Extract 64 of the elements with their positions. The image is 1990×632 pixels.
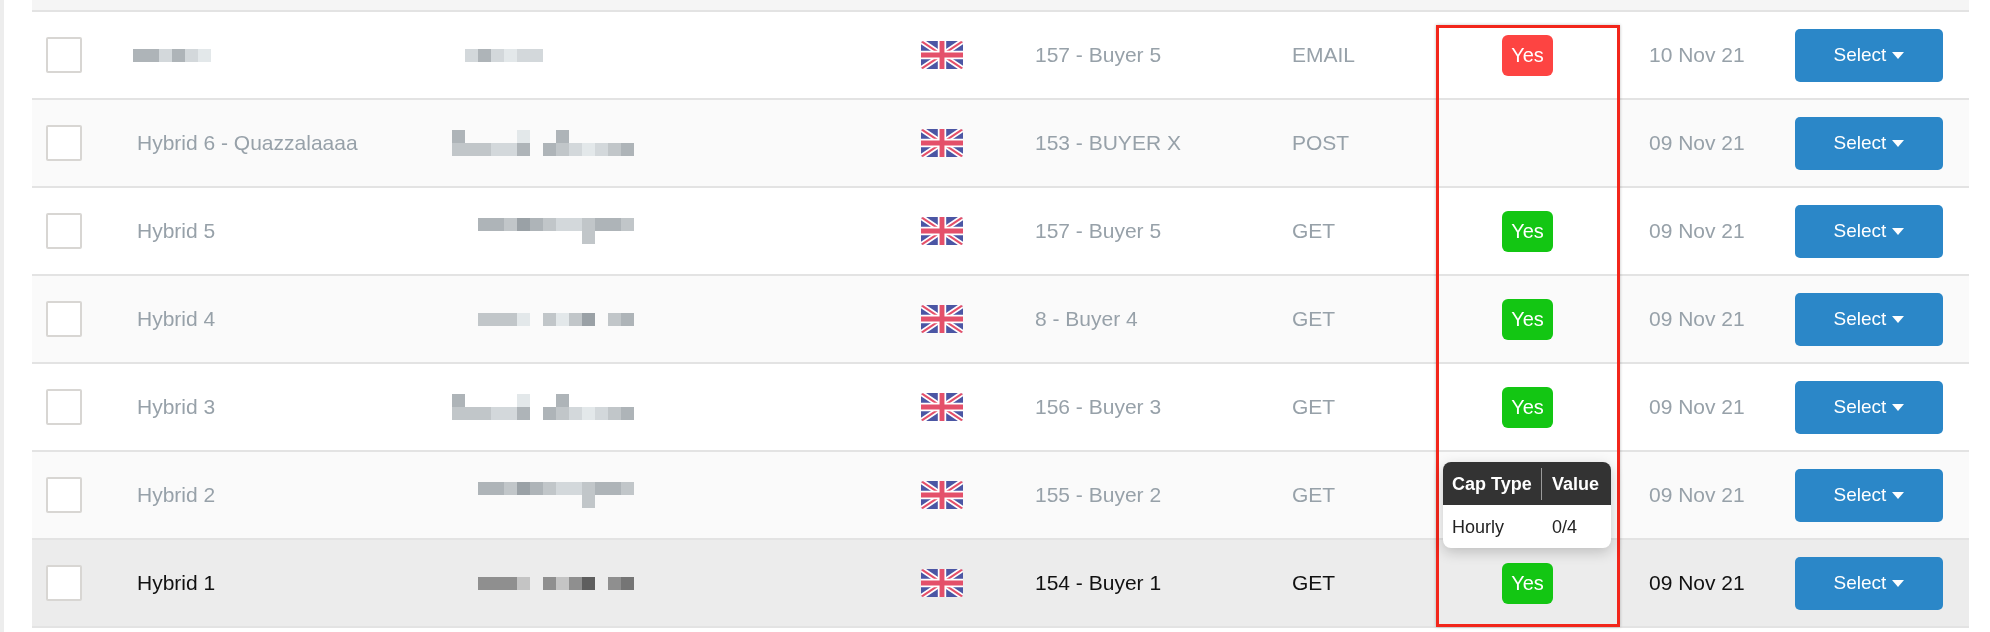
select-button[interactable]: Select xyxy=(1795,116,1943,170)
select-button[interactable]: Select xyxy=(1795,204,1943,258)
method-text: GET xyxy=(1292,218,1336,244)
row-checkbox[interactable] xyxy=(46,213,82,249)
date-text: 09 Nov 21 xyxy=(1649,130,1745,156)
buyer-text: 157 - Buyer 5 xyxy=(1035,218,1162,244)
row-checkbox[interactable] xyxy=(46,389,82,425)
buyer-text: 153 - BUYER X xyxy=(1035,130,1181,156)
date-text: 09 Nov 21 xyxy=(1649,394,1745,420)
row-name-text: Hybrid 3 xyxy=(137,394,216,420)
uk-flag-icon xyxy=(921,217,963,245)
uk-flag-icon xyxy=(921,41,963,69)
method-text: GET xyxy=(1292,306,1336,332)
caret-icon xyxy=(1892,579,1905,587)
row-name-text: Hybrid 2 xyxy=(137,482,216,508)
uk-flag-icon xyxy=(921,129,963,157)
date-text: 10 Nov 21 xyxy=(1649,42,1745,68)
buyer-text: 157 - Buyer 5 xyxy=(1035,42,1162,68)
buyer-text: 155 - Buyer 2 xyxy=(1035,482,1162,508)
row-checkbox[interactable] xyxy=(46,125,82,161)
select-button[interactable]: Select xyxy=(1795,468,1943,522)
uk-flag-icon xyxy=(921,569,963,597)
method-text: GET xyxy=(1292,394,1336,420)
uk-flag-icon xyxy=(921,481,963,509)
tooltip-cell-text: Hourly xyxy=(1451,515,1505,539)
status-badge: Yes xyxy=(1502,34,1553,76)
buyer-text: 154 - Buyer 1 xyxy=(1035,570,1162,596)
select-button[interactable]: Select xyxy=(1795,28,1943,82)
method-text: EMAIL xyxy=(1292,42,1356,68)
buyer-text: 156 - Buyer 3 xyxy=(1035,394,1162,420)
caret-icon xyxy=(1892,403,1905,411)
row-checkbox[interactable] xyxy=(46,37,82,73)
row-checkbox[interactable] xyxy=(46,301,82,337)
tooltip-column-header: Cap Type xyxy=(1443,467,1542,500)
row-name-text: Hybrid 5 xyxy=(137,218,216,244)
date-text: 09 Nov 21 xyxy=(1649,570,1745,596)
date-text: 09 Nov 21 xyxy=(1649,218,1745,244)
tooltip-cell-text: 0/4 xyxy=(1551,515,1579,539)
buyer-text: 8 - Buyer 4 xyxy=(1035,306,1138,332)
uk-flag-icon xyxy=(921,305,963,333)
date-text: 09 Nov 21 xyxy=(1649,306,1745,332)
row-checkbox[interactable] xyxy=(46,565,82,601)
select-button[interactable]: Select xyxy=(1795,556,1943,610)
row-checkbox[interactable] xyxy=(46,477,82,513)
uk-flag-icon xyxy=(921,393,963,421)
caret-icon xyxy=(1892,227,1905,235)
method-text: GET xyxy=(1292,482,1336,508)
caret-icon xyxy=(1892,51,1905,59)
row-name-text: Hybrid 4 xyxy=(137,306,216,332)
select-button[interactable]: Select xyxy=(1795,292,1943,346)
status-badge: Yes xyxy=(1502,210,1553,252)
caret-icon xyxy=(1892,139,1905,147)
row-name-text: Hybrid 1 xyxy=(137,570,216,596)
status-badge: Yes xyxy=(1502,298,1553,340)
row-name-text: Hybrid 6 - Quazzalaaaa xyxy=(137,130,358,156)
tooltip-column-header: Value xyxy=(1551,472,1601,496)
status-badge: Yes xyxy=(1502,562,1553,604)
select-button[interactable]: Select xyxy=(1795,380,1943,434)
caret-icon xyxy=(1892,315,1905,323)
date-text: 09 Nov 21 xyxy=(1649,482,1745,508)
status-badge: Yes xyxy=(1502,386,1553,428)
method-text: GET xyxy=(1292,570,1336,596)
method-text: POST xyxy=(1292,130,1350,156)
caret-icon xyxy=(1892,491,1905,499)
